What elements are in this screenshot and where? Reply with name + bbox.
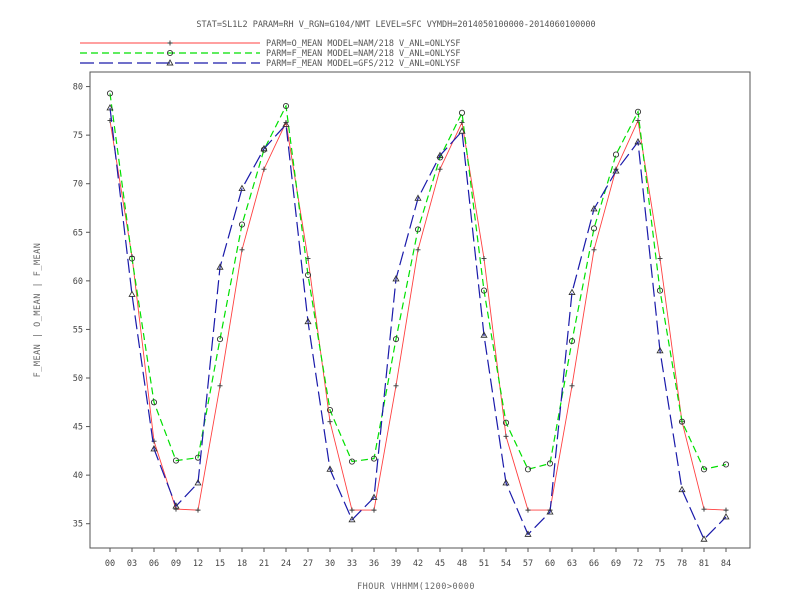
data-point [569, 383, 575, 389]
chart: STAT=SL1L2 PARAM=RH V_RGN=G104/NMT LEVEL… [33, 20, 751, 592]
data-point [239, 247, 245, 253]
x-tick-label: 24 [281, 559, 291, 569]
data-point [437, 166, 443, 172]
x-tick-label: 81 [699, 559, 709, 569]
legend: PARM=O_MEAN MODEL=NAM/218 V_ANL=ONLYSFPA… [80, 39, 460, 69]
x-axis: 00 03 06 09 12 15 18 21 24 27 30 33 36 39 42 45 48 51 54 57… [105, 548, 731, 569]
data-point [349, 507, 355, 513]
legend-label: PARM=F_MEAN MODEL=NAM/218 V_ANL=ONLYSF [266, 49, 460, 59]
x-tick-label: 45 [435, 559, 445, 569]
x-tick-label: 09 [171, 559, 181, 569]
data-point [503, 433, 509, 439]
y-tick-label: 50 [73, 374, 83, 384]
data-point [128, 290, 136, 297]
data-point [525, 507, 531, 513]
data-point [393, 383, 399, 389]
x-tick-label: 60 [545, 559, 555, 569]
data-point [415, 247, 421, 253]
data-point [657, 256, 663, 262]
x-tick-label: 21 [259, 559, 269, 569]
y-tick-label: 60 [73, 277, 83, 287]
series-line [109, 107, 727, 541]
data-point [327, 419, 333, 425]
series-3 [106, 104, 730, 542]
data-point [458, 109, 466, 116]
y-tick-label: 65 [73, 228, 83, 238]
data-point [261, 166, 267, 172]
x-tick-label: 03 [127, 559, 137, 569]
y-tick-label: 75 [73, 131, 83, 141]
x-tick-label: 66 [589, 559, 599, 569]
x-tick-label: 27 [303, 559, 313, 569]
x-tick-label: 18 [237, 559, 247, 569]
y-tick-label: 70 [73, 180, 83, 190]
data-point [723, 507, 729, 513]
x-tick-label: 30 [325, 559, 335, 569]
data-point [371, 507, 377, 513]
data-point [591, 247, 597, 253]
chart-title: STAT=SL1L2 PARAM=RH V_RGN=G104/NMT LEVEL… [196, 20, 595, 30]
x-tick-label: 48 [457, 559, 467, 569]
y-tick-label: 80 [73, 83, 83, 93]
x-tick-label: 39 [391, 559, 401, 569]
series-line [109, 119, 727, 511]
x-tick-label: 69 [611, 559, 621, 569]
x-tick-label: 12 [193, 559, 203, 569]
x-tick-label: 72 [633, 559, 643, 569]
data-point [195, 507, 201, 513]
series-layer [106, 90, 730, 542]
data-point [701, 506, 707, 512]
x-tick-label: 36 [369, 559, 379, 569]
x-tick-label: 51 [479, 559, 489, 569]
data-point [167, 40, 173, 46]
data-point [217, 383, 223, 389]
series-line [109, 93, 727, 471]
data-point [459, 120, 465, 126]
plot-frame [89, 71, 751, 549]
x-tick-label: 78 [677, 559, 687, 569]
legend-label: PARM=O_MEAN MODEL=NAM/218 V_ANL=ONLYSF [266, 39, 460, 49]
x-tick-label: 57 [523, 559, 533, 569]
legend-entry: PARM=F_MEAN MODEL=GFS/212 V_ANL=ONLYSF [80, 59, 460, 69]
y-tick-label: 55 [73, 325, 83, 335]
x-axis-label: FHOUR VHHMM(1200>0000 [357, 582, 475, 592]
y-tick-label: 35 [73, 520, 83, 530]
x-tick-label: 15 [215, 559, 225, 569]
x-tick-label: 75 [655, 559, 665, 569]
x-tick-label: 33 [347, 559, 357, 569]
x-tick-label: 84 [721, 559, 731, 569]
x-tick-label: 00 [105, 559, 115, 569]
y-tick-label: 40 [73, 471, 83, 481]
x-tick-label: 54 [501, 559, 511, 569]
data-point [173, 506, 179, 512]
data-point [722, 512, 730, 520]
x-tick-label: 06 [149, 559, 159, 569]
x-tick-label: 63 [567, 559, 577, 569]
y-axis: 35 40 45 50 55 60 65 70 75 80 [73, 83, 90, 530]
y-axis-label: F_MEAN | O_MEAN | F_MEAN [33, 243, 43, 378]
series-2 [106, 90, 730, 473]
y-tick-label: 45 [73, 423, 83, 433]
x-tick-label: 42 [413, 559, 423, 569]
legend-entry: PARM=O_MEAN MODEL=NAM/218 V_ANL=ONLYSF [80, 39, 460, 49]
legend-entry: PARM=F_MEAN MODEL=NAM/218 V_ANL=ONLYSF [80, 49, 460, 59]
legend-label: PARM=F_MEAN MODEL=GFS/212 V_ANL=ONLYSF [266, 59, 460, 69]
data-point [481, 256, 487, 262]
